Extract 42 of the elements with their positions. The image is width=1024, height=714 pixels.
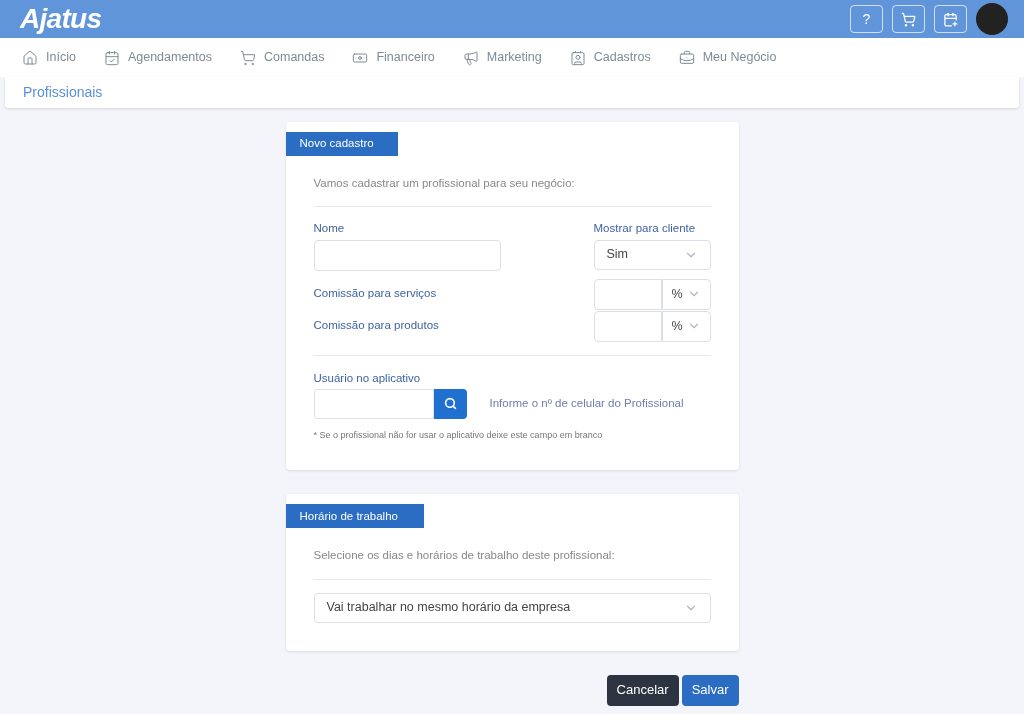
nav-item[interactable]: Agendamentos [103,48,212,67]
home-icon [22,49,38,66]
calendar-add-button[interactable] [934,5,967,33]
unit-select[interactable]: % [661,278,711,310]
logo[interactable]: Ajatus [20,5,102,33]
commission-field[interactable] [593,310,662,342]
unit-select[interactable]: % [661,310,711,342]
help-button[interactable]: ? [850,5,883,33]
field-label: Nome [313,221,346,237]
name-field[interactable] [313,239,501,271]
schedule-select[interactable]: Vai trabalhar no mesmo horário da empresa [313,592,711,623]
field-label: Comissão para produtos [313,318,439,334]
search-icon [443,397,457,411]
intro-text: Vamos cadastrar um profissional para seu negócio: [313,175,711,208]
page-title: Profissionais [23,83,103,102]
cancel-button[interactable]: Cancelar [606,674,679,706]
megaphone-icon [462,49,479,66]
footnote: * Se o profissional não for usar o aplicativo deixe este campo em branco [313,428,604,442]
briefcase-icon [678,49,695,66]
nav-item[interactable]: Início [22,48,76,67]
cart-icon [901,11,916,27]
nav-item[interactable]: Financeiro [352,48,435,67]
cart-button[interactable] [892,5,925,33]
save-button[interactable]: Salvar [681,674,739,706]
nav-item[interactable]: Meu Negócio [678,48,777,67]
field-label: Usuário no aplicativo [313,370,422,386]
field-label: Comissão para serviços [313,286,437,302]
avatar[interactable] [976,3,1008,35]
calendar-icon [103,49,120,66]
search-button[interactable] [433,388,467,419]
phone-field[interactable] [313,388,434,419]
intro-text: Selecione os dias e horários de trabalho deste profissional: [313,547,711,580]
nav-item[interactable]: Cadastros [569,48,651,67]
contact-card-icon [569,49,586,66]
field-label: Mostrar para cliente [593,221,697,237]
calendar-plus-icon [943,11,958,27]
commission-field[interactable] [593,278,662,310]
nav-item[interactable]: Marketing [462,48,542,67]
cart-icon [240,49,256,66]
nav-item[interactable]: Comandas [240,48,325,67]
show-select[interactable]: Sim [593,239,711,270]
hint-text: Informe o nº de celular do Profissional [489,396,684,412]
